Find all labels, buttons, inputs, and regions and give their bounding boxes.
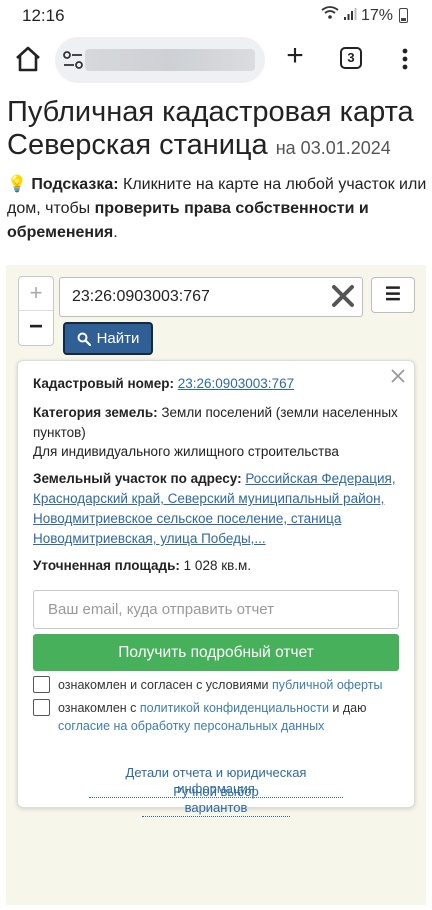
signal-icon <box>343 7 357 24</box>
more-menu-button[interactable] <box>397 45 413 73</box>
hint-label: Подсказка: <box>31 176 119 193</box>
offer-checkbox[interactable] <box>33 676 50 693</box>
status-icons: 17% <box>321 6 408 25</box>
more-vert-icon <box>402 48 408 70</box>
close-icon <box>332 285 354 307</box>
hint-block: 💡 Подсказка: Кликните на карте на любой … <box>7 173 427 245</box>
menu-button[interactable]: ☰ <box>371 277 415 313</box>
zoom-in-button[interactable]: + <box>19 277 53 311</box>
search-icon <box>77 332 91 346</box>
battery-level: 17% <box>360 6 393 24</box>
cad-number-link[interactable]: 23:26:0903003:767 <box>178 376 294 391</box>
menu-icon: ☰ <box>384 284 402 304</box>
cad-label: Кадастровый номер: <box>33 376 174 391</box>
zoom-out-button[interactable]: − <box>19 311 53 345</box>
zoom-control: + − <box>18 276 54 346</box>
area-label: Уточненная площадь: <box>33 558 180 573</box>
usage-value: Для индивидуального жилищного строительс… <box>33 444 339 459</box>
get-report-button[interactable]: Получить подробный отчет <box>33 634 399 671</box>
address-bar[interactable] <box>55 37 265 83</box>
manual-selection-link[interactable]: Ручной выбор вариантов <box>142 784 290 817</box>
hint-end: . <box>113 224 118 241</box>
category-label: Категория земель: <box>33 405 158 420</box>
home-button[interactable] <box>12 44 44 74</box>
url-text[interactable] <box>85 49 255 71</box>
clear-search-button[interactable] <box>330 283 356 309</box>
cadastral-search-input[interactable]: 23:26:0903003:767 <box>59 277 363 317</box>
offer-text: ознакомлен и согласен с условиями <box>58 678 272 692</box>
land-usage-row: Для индивидуального жилищного строительс… <box>33 442 405 462</box>
battery-icon <box>399 8 408 23</box>
home-icon <box>16 46 40 72</box>
public-offer-link[interactable]: публичной оферты <box>272 678 382 692</box>
area-row: Уточненная площадь: 1 028 кв.м. <box>33 556 405 576</box>
new-tab-button[interactable]: + <box>282 41 308 71</box>
privacy-consent-text: ознакомлен с политикой конфиденциальност… <box>58 699 403 735</box>
find-button[interactable]: Найти <box>63 322 153 355</box>
wifi-icon <box>321 6 339 25</box>
lightbulb-icon: 💡 <box>7 176 27 193</box>
privacy-mid-text: и даю <box>328 701 367 715</box>
data-processing-link[interactable]: согласие на обработку персональных данны… <box>58 719 324 733</box>
status-time: 12:16 <box>22 6 65 25</box>
offer-consent-text: ознакомлен и согласен с условиями публич… <box>58 676 403 694</box>
find-button-label: Найти <box>96 330 140 347</box>
tabs-count-button[interactable]: 3 <box>340 47 362 69</box>
browser-toolbar: + 3 <box>0 32 432 86</box>
tune-icon[interactable] <box>62 51 84 69</box>
page-title: Публичная кадастровая карта Северская ст… <box>7 96 427 165</box>
email-input[interactable] <box>33 590 399 629</box>
cadastral-number-row: Кадастровый номер: 23:26:0903003:767 <box>33 374 405 394</box>
address-label: Земельный участок по адресу: <box>33 471 242 486</box>
area-value: 1 028 кв.м. <box>179 558 252 573</box>
address-row: Земельный участок по адресу: Российская … <box>33 469 405 549</box>
status-bar: 12:16 17% <box>0 0 432 32</box>
privacy-policy-link[interactable]: политикой конфиденциальности <box>140 701 329 715</box>
page-date: на 03.01.2024 <box>275 138 391 158</box>
privacy-text: ознакомлен с <box>58 701 140 715</box>
privacy-checkbox[interactable] <box>33 699 50 716</box>
land-category-row: Категория земель: Земли поселений (земли… <box>33 403 405 443</box>
